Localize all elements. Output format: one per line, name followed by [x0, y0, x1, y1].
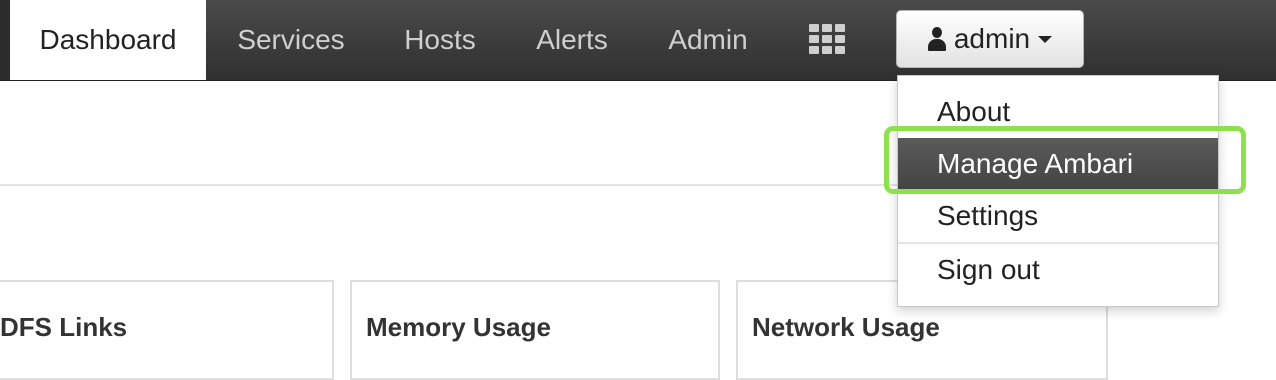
menu-item-manage-ambari[interactable]: Manage Ambari [898, 138, 1218, 190]
widget-dfs-links: DFS Links [0, 280, 334, 380]
nav-tab-services[interactable]: Services [226, 0, 356, 80]
caret-down-icon [1038, 36, 1053, 43]
user-dropdown-menu: About Manage Ambari Settings Sign out [897, 75, 1219, 307]
apps-menu-button[interactable] [796, 0, 856, 80]
menu-item-sign-out[interactable]: Sign out [898, 244, 1218, 296]
menu-item-settings[interactable]: Settings [898, 190, 1218, 242]
nav-tab-hosts[interactable]: Hosts [392, 0, 488, 80]
widget-memory-usage: Memory Usage [350, 280, 720, 380]
widget-title: Network Usage [752, 312, 940, 342]
menu-item-about[interactable]: About [898, 86, 1218, 138]
nav-tab-dashboard[interactable]: Dashboard [10, 0, 206, 80]
user-icon [927, 27, 946, 51]
widget-title: Memory Usage [366, 312, 551, 342]
top-navbar: Dashboard Services Hosts Alerts Admin ad… [0, 0, 1276, 81]
navbar-left-edge [0, 0, 10, 80]
user-menu-button[interactable]: admin [896, 10, 1084, 68]
user-name-label: admin [953, 23, 1031, 54]
nav-tab-admin[interactable]: Admin [656, 0, 760, 80]
section-divider [0, 184, 900, 186]
nav-tab-alerts[interactable]: Alerts [524, 0, 620, 80]
grid-icon [809, 24, 845, 54]
widget-title: DFS Links [0, 312, 128, 342]
